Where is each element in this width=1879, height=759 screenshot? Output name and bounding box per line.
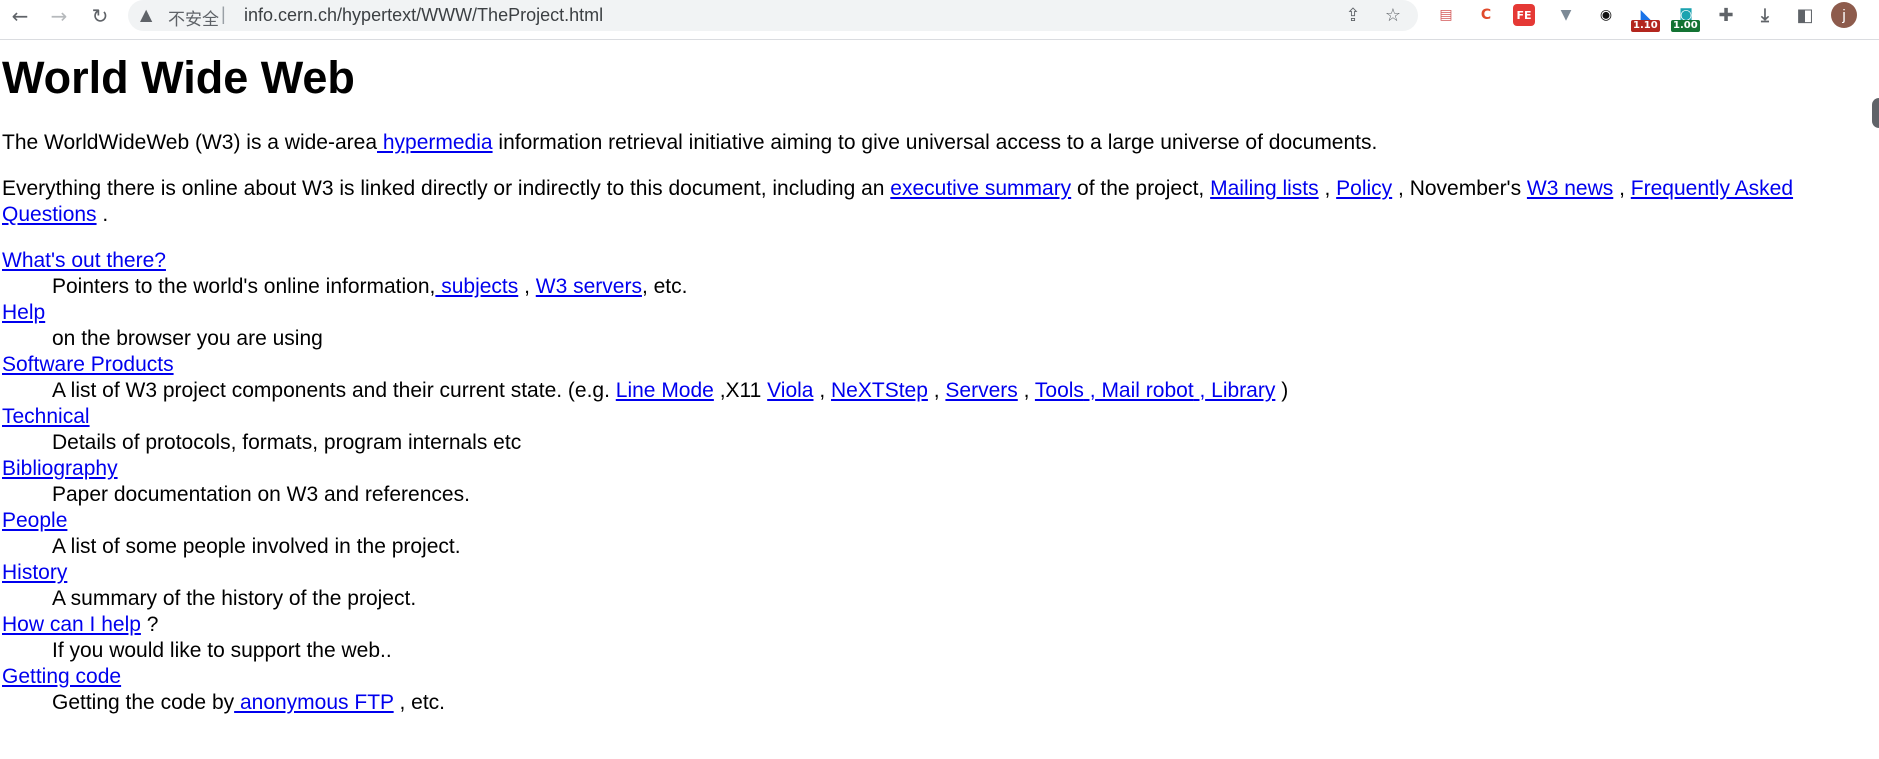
overview-text-6: .	[96, 203, 109, 226]
list-term: Help	[2, 300, 1288, 326]
extension-v-icon[interactable]: ▼	[1553, 2, 1579, 28]
list-term: People	[2, 508, 1288, 534]
extension-fe-icon[interactable]: FE	[1513, 4, 1535, 26]
extension-reader-icon[interactable]: ▤	[1433, 2, 1459, 28]
back-arrow-icon[interactable]: ←	[6, 2, 34, 30]
url-text[interactable]: info.cern.ch/hypertext/WWW/TheProject.ht…	[244, 5, 603, 26]
download-icon[interactable]: ⤓	[1752, 2, 1778, 28]
library-link[interactable]: Library	[1205, 379, 1275, 402]
extension-badge-2: 1.00	[1671, 20, 1700, 32]
history-link[interactable]: History	[2, 561, 67, 584]
mailing-lists-link[interactable]: Mailing lists	[1210, 177, 1319, 200]
desc-text: ,	[927, 379, 946, 402]
list-description: A list of W3 project components and thei…	[2, 378, 1288, 404]
w3-servers-link[interactable]: W3 servers	[536, 275, 642, 298]
topic-list: What's out there? Pointers to the world'…	[2, 248, 1288, 716]
insecure-label[interactable]: 不安全	[168, 5, 219, 30]
desc-text: , etc.	[641, 275, 688, 298]
extension-speed-icon[interactable]: ◣ 1.10	[1631, 2, 1660, 32]
side-panel-icon[interactable]: ◧	[1792, 2, 1818, 28]
overview-text-1: Everything there is online about W3 is l…	[2, 177, 891, 200]
desc-text: ,	[813, 379, 832, 402]
line-mode-link[interactable]: Line Mode	[616, 379, 714, 402]
w3-news-link[interactable]: W3 news	[1527, 177, 1613, 200]
side-tab-handle[interactable]	[1872, 98, 1879, 128]
desc-text: )	[1275, 379, 1289, 402]
browser-toolbar: ← → ↻ ▲ 不安全 | info.cern.ch/hypertext/WWW…	[0, 0, 1879, 40]
list-description: Getting the code by anonymous FTP , etc.	[2, 690, 1288, 716]
list-description: A summary of the history of the project.	[52, 587, 417, 610]
people-link[interactable]: People	[2, 509, 67, 532]
executive-summary-link[interactable]: executive summary	[890, 177, 1071, 200]
software-products-link[interactable]: Software Products	[2, 353, 174, 376]
intro-text-before: The WorldWideWeb (W3) is a wide-area	[2, 131, 378, 154]
term-suffix: ?	[140, 613, 159, 636]
desc-text: Pointers to the world's online informati…	[52, 275, 436, 298]
desc-text: ,	[518, 275, 536, 298]
how-can-i-help-link[interactable]: How can I help	[2, 613, 141, 636]
extensions-puzzle-icon[interactable]: ✚	[1713, 2, 1739, 28]
reload-icon[interactable]: ↻	[86, 2, 114, 30]
profile-avatar[interactable]: j	[1831, 2, 1857, 28]
list-description: on the browser you are using	[52, 327, 323, 350]
servers-link[interactable]: Servers	[945, 379, 1017, 402]
extension-mask-icon[interactable]: ◉	[1593, 2, 1619, 28]
list-term: History	[2, 560, 1288, 586]
list-description: Paper documentation on W3 and references…	[52, 483, 470, 506]
mail-robot-sep-link[interactable]: ,	[1194, 379, 1205, 402]
share-icon[interactable]: ⇪	[1342, 4, 1364, 26]
policy-link[interactable]: Policy	[1336, 177, 1392, 200]
getting-code-link[interactable]: Getting code	[2, 665, 121, 688]
extension-c-icon[interactable]: C	[1473, 2, 1499, 28]
overview-text-2: of the project,	[1071, 177, 1211, 200]
list-description: A list of some people involved in the pr…	[52, 535, 461, 558]
tools-link[interactable]: Tools	[1035, 379, 1084, 402]
list-description: If you would like to support the web..	[52, 639, 392, 662]
list-term: Technical	[2, 404, 1288, 430]
list-term: Software Products	[2, 352, 1288, 378]
overview-paragraph: Everything there is online about W3 is l…	[2, 176, 1862, 228]
technical-link[interactable]: Technical	[2, 405, 90, 428]
overview-text-3: ,	[1318, 177, 1337, 200]
whats-out-there-link[interactable]: What's out there?	[2, 249, 166, 272]
help-link[interactable]: Help	[2, 301, 45, 324]
warning-icon[interactable]: ▲	[140, 5, 152, 24]
intro-paragraph: The WorldWideWeb (W3) is a wide-area hyp…	[2, 130, 1862, 156]
mail-robot-link[interactable]: Mail robot	[1096, 379, 1193, 402]
separator: |	[221, 4, 226, 24]
intro-text-after: information retrieval initiative aiming …	[492, 131, 1378, 154]
list-term: How can I help ?	[2, 612, 1288, 638]
overview-text-4: , November's	[1392, 177, 1527, 200]
list-description: Pointers to the world's online informati…	[2, 274, 1288, 300]
hypermedia-link[interactable]: hypermedia	[377, 131, 493, 154]
list-description: Details of protocols, formats, program i…	[52, 431, 522, 454]
anonymous-ftp-link[interactable]: anonymous FTP	[234, 691, 394, 714]
list-term: Getting code	[2, 664, 1288, 690]
tools-sep-link[interactable]: ,	[1084, 379, 1096, 402]
desc-text: A list of W3 project components and thei…	[52, 379, 616, 402]
extension-badge-1: 1.10	[1631, 20, 1660, 32]
extension-speed2-icon[interactable]: ◙ 1.00	[1671, 2, 1700, 32]
list-term: Bibliography	[2, 456, 1288, 482]
viola-link[interactable]: Viola	[767, 379, 813, 402]
desc-text: ,X11	[713, 379, 768, 402]
bibliography-link[interactable]: Bibliography	[2, 457, 118, 480]
forward-arrow-icon[interactable]: →	[45, 2, 73, 30]
page-title: World Wide Web	[2, 52, 355, 103]
list-term: What's out there?	[2, 248, 1288, 274]
desc-text: ,	[1017, 379, 1035, 402]
bookmark-star-icon[interactable]: ☆	[1382, 4, 1404, 26]
nextstep-link[interactable]: NeXTStep	[831, 379, 928, 402]
address-bar[interactable]: ▲ 不安全 | info.cern.ch/hypertext/WWW/ThePr…	[128, 0, 1418, 31]
overview-text-5: ,	[1613, 177, 1631, 200]
desc-text: , etc.	[393, 691, 446, 714]
subjects-link[interactable]: subjects	[435, 275, 518, 298]
desc-text: Getting the code by	[52, 691, 235, 714]
